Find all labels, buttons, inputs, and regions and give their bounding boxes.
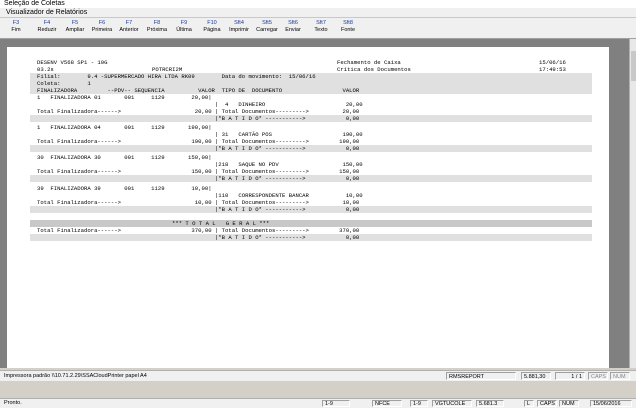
key-label: Sft4 [234, 20, 244, 26]
key-label: F6 [98, 20, 106, 26]
table-row: Total Finalizadora------> 150,00 | Total… [37, 168, 360, 175]
button-label: Reduzir [37, 27, 57, 33]
table-row: 39 FINALIZADORA 39 001 1129 10,00| [37, 185, 212, 192]
table-row: 1 FINALIZADORA 01 001 1129 20,00| [37, 94, 212, 101]
button-label: Enviar [285, 27, 301, 33]
report-title: Fechamento de Caixa [337, 59, 401, 66]
table-row: |*B A T I D O* -----------> 0,00 [37, 115, 360, 122]
key-label: F5 [71, 20, 79, 26]
date-indicator: 15/06/2016 [590, 400, 632, 407]
viewer-title-bar: Visualizador de Relatórios [0, 8, 636, 18]
report-time: 17:49:53 [539, 66, 566, 73]
table-row: | 31 CARTÃO POS 190,00 [37, 131, 363, 138]
status-cell: L [524, 400, 534, 407]
page-button[interactable]: F10 Página [199, 19, 225, 37]
button-label: Ampliar [65, 27, 85, 33]
key-label: Sft6 [288, 20, 298, 26]
total-band [30, 220, 592, 227]
batido-line: |*B A T I D O* -----------> 0,00 [37, 234, 360, 241]
key-label: Sft5 [262, 20, 272, 26]
table-row: Total Finalizadora------> 190,00 | Total… [37, 138, 360, 145]
button-label: Imprimir [229, 27, 249, 33]
key-label: F10 [207, 20, 217, 26]
table-row: |218 SAQUE NO PDV 150,00 [37, 161, 363, 168]
zoom-value: 5.881,30 [521, 372, 551, 380]
num-indicator: NUM [559, 400, 579, 407]
scrollbar-thumb[interactable] [631, 51, 636, 81]
button-label: Carregar [256, 27, 278, 33]
print-button[interactable]: Sft4 Imprimir [226, 19, 252, 37]
table-row: |*B A T I D O* -----------> 0,00 [37, 206, 360, 213]
status-cell: NFCE [372, 400, 402, 407]
filial-line: Filial: 9.4 -SUPERMERCADO HIRA LTDA RK09… [37, 73, 316, 80]
table-row: | 4 DINHEIRO 20,00 [37, 101, 363, 108]
button-label: Página [203, 27, 221, 33]
report-viewer[interactable]: DESENV V568 SP1 - 10G Fechamento de Caix… [0, 39, 629, 368]
toolbar: F3 Fim F4 Reduzir F5 Ampliar F6 Primeira F7 A… [0, 18, 636, 39]
button-label: Fim [11, 27, 21, 33]
key-label: F3 [12, 20, 20, 26]
caps-indicator: CAPS [537, 400, 557, 407]
table-row: |*B A T I D O* -----------> 0,00 [37, 145, 360, 152]
key-label: F7 [125, 20, 133, 26]
status-cell: 1-9 [410, 400, 428, 407]
zoom-in-button[interactable]: F5 Ampliar [62, 19, 88, 37]
report-subtitle: Crítica dos Documentos [337, 66, 411, 73]
button-label: Fonte [340, 27, 356, 33]
table-row: 30 FINALIZADORA 30 001 1129 150,00| [37, 154, 212, 161]
table-row: Total Finalizadora------> 20,00 | Total … [37, 108, 360, 115]
table-row: |110 CORRESPONDENTE BANCAR 10,00 [37, 192, 363, 199]
coleta-line: Coleta: 1 [37, 80, 91, 87]
send-button[interactable]: Sft6 Enviar [280, 19, 306, 37]
key-label: F9 [180, 20, 188, 26]
table-row: 1 FINALIZADORA 04 001 1129 190,00| [37, 124, 212, 131]
status-cell [352, 400, 366, 407]
report-name: RMSREPORT [446, 372, 516, 380]
font-button[interactable]: Sft8 Fonte [335, 19, 361, 37]
workspace-gap [0, 381, 636, 398]
column-header: FINALIZADORA --PDV-- SEQUENCIA VALOR TIP… [37, 87, 360, 94]
num-indicator: NUM [610, 372, 630, 380]
first-page-button[interactable]: F6 Primeira [89, 19, 115, 37]
text-button[interactable]: Sft7 Texto [308, 19, 334, 37]
window-title-bar: Seleção de Coletas [0, 0, 636, 8]
report-date: 15/06/16 [539, 59, 566, 66]
table-row: Total Finalizadora------> 10,00 | Total … [37, 199, 360, 206]
status-cell: 1-9 [322, 400, 350, 407]
total-geral-label: *** T O T A L G E R A L *** [172, 220, 270, 227]
next-page-button[interactable]: F8 Próxima [144, 19, 170, 37]
end-button[interactable]: F3 Fim [3, 19, 29, 37]
window-title: Seleção de Coletas [4, 0, 65, 7]
button-label: Primeira [91, 27, 113, 33]
status-cell: 5.681.3 [476, 400, 504, 407]
vertical-scrollbar[interactable] [629, 39, 636, 368]
report-program: POTRCRI2M [152, 66, 183, 73]
button-label: Próxima [146, 27, 168, 33]
load-button[interactable]: Sft5 Carregar [254, 19, 280, 37]
viewer-title: Visualizador de Relatórios [6, 9, 88, 16]
page-indicator: 1 / 1 [555, 372, 585, 380]
button-label: Última [176, 27, 192, 33]
status-cell: VGTUCOLE [432, 400, 472, 407]
key-label: F4 [43, 20, 51, 26]
table-row: |*B A T I D O* -----------> 0,00 [37, 175, 360, 182]
report-version: 03.2s [37, 66, 54, 73]
key-label: Sft7 [316, 20, 326, 26]
key-label: Sft8 [343, 20, 353, 26]
previous-page-button[interactable]: F7 Anterior [116, 19, 142, 37]
report-system: DESENV V568 SP1 - 10G [37, 59, 108, 66]
zoom-out-button[interactable]: F4 Reduzir [34, 19, 60, 37]
key-label: F8 [153, 20, 161, 26]
button-label: Texto [314, 27, 328, 33]
report-page: DESENV V568 SP1 - 10G Fechamento de Caix… [7, 47, 609, 368]
button-label: Anterior [119, 27, 139, 33]
printer-info: Impressora padrão \\10.71.2.29\SSACloudP… [4, 373, 147, 379]
caps-indicator: CAPS [588, 372, 608, 380]
last-page-button[interactable]: F9 Última [171, 19, 197, 37]
viewer-status-bar: Impressora padrão \\10.71.2.29\SSACloudP… [0, 370, 636, 381]
total-line: Total Finalizadora------> 370,00 | Total… [37, 227, 360, 234]
